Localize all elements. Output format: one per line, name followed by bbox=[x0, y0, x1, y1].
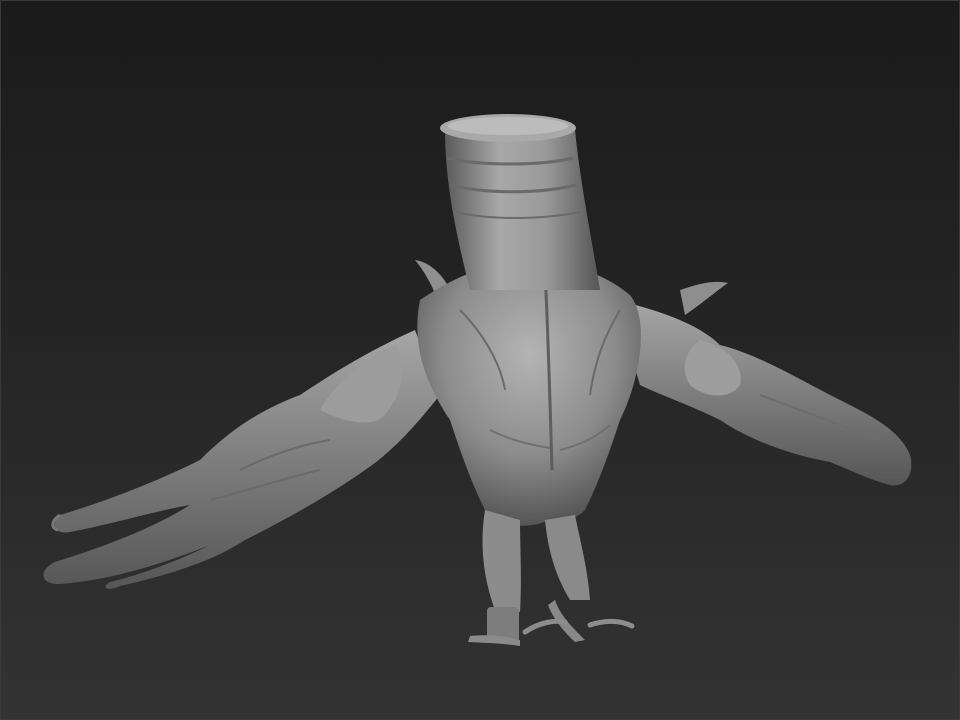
sculpted-creature-model[interactable] bbox=[0, 0, 960, 720]
3d-viewport[interactable] bbox=[0, 0, 960, 720]
legs bbox=[468, 510, 635, 646]
head-tube bbox=[440, 114, 600, 290]
torso bbox=[417, 261, 641, 526]
right-arm bbox=[615, 281, 912, 486]
left-arm bbox=[43, 330, 441, 589]
